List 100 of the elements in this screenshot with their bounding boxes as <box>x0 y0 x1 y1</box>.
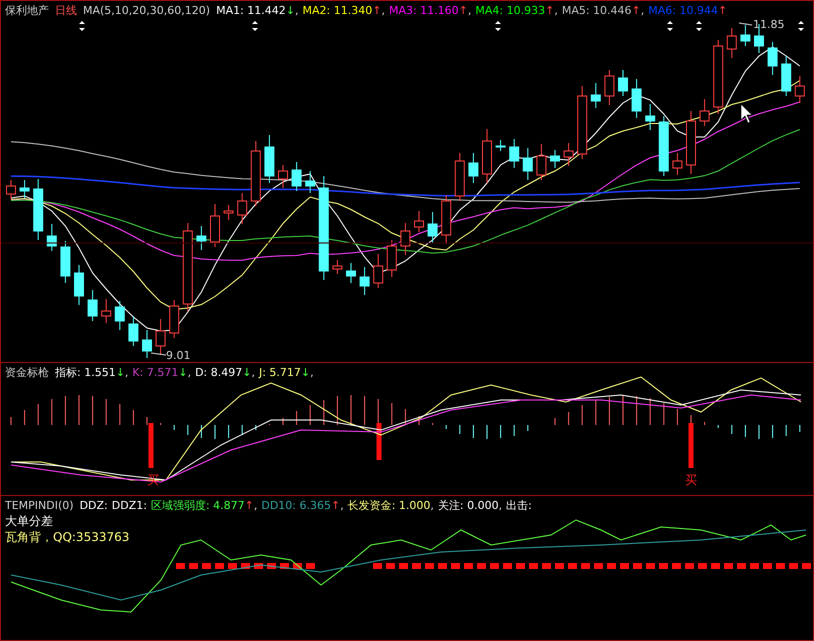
separator-text: , <box>640 4 644 16</box>
trend-arrow: ↓ <box>286 4 296 16</box>
candlestick <box>509 138 520 168</box>
candlestick <box>33 178 44 240</box>
separator-text: , <box>188 366 192 378</box>
candlestick <box>332 260 342 274</box>
buy-signal-label: 买 <box>147 472 159 489</box>
panel-title: TEMPINDI(0) <box>5 498 74 512</box>
trend-arrow: ↓ <box>116 366 125 378</box>
legend-value: MA2: 11.340 <box>302 4 372 16</box>
legend-value: DDZ1: <box>112 498 147 512</box>
candlestick <box>618 70 628 96</box>
low-price-label: 9.01 <box>166 349 190 362</box>
candlestick <box>726 28 737 58</box>
mouse-cursor-icon <box>740 103 753 124</box>
candlestick <box>482 128 492 184</box>
legend-value: 出击: <box>506 498 532 512</box>
trend-arrow: ↑ <box>331 498 340 512</box>
separator-text: , <box>430 498 434 512</box>
leader-line <box>150 352 166 356</box>
separator-text: , <box>254 498 258 512</box>
candlestick <box>114 300 125 330</box>
legend-value: 区域强弱度: 4.877 <box>150 498 245 512</box>
trend-arrow: ↓ <box>242 366 252 378</box>
candlestick <box>101 298 112 324</box>
candlestick <box>386 240 397 278</box>
candlestick <box>550 150 560 168</box>
trend-arrow: ↓ <box>300 366 310 378</box>
separator-text: , <box>468 4 472 16</box>
candlestick <box>250 140 261 206</box>
candlestick <box>60 240 70 284</box>
separator-text: , <box>251 366 255 378</box>
candlestick <box>768 42 778 76</box>
buy-signal-label: 买 <box>685 472 697 489</box>
legend-value: DD10: 6.365 <box>261 498 331 512</box>
trend-arrow: ↑ <box>372 4 382 16</box>
candlestick <box>196 226 206 250</box>
marker-icon <box>696 21 702 31</box>
marker-icon <box>252 21 258 31</box>
candlestick <box>604 70 614 106</box>
candlestick <box>264 134 274 184</box>
indicator-label: 大单分差 <box>5 513 53 529</box>
candlestick <box>292 162 302 192</box>
candlestick <box>536 144 546 180</box>
marker-icon <box>495 21 501 31</box>
trend-arrow: ↑ <box>718 4 728 16</box>
candlestick <box>400 222 410 256</box>
marker-icon <box>798 21 804 31</box>
candlestick <box>278 164 288 188</box>
candlestick <box>88 290 98 322</box>
candlestick <box>237 192 248 224</box>
candlestick <box>672 152 682 176</box>
candlestick <box>564 142 574 166</box>
separator-text: , <box>340 498 344 512</box>
candlestick <box>305 170 316 194</box>
candlestick <box>700 98 710 126</box>
candlestick <box>346 262 356 284</box>
panel-title: 资金标枪 <box>5 364 49 380</box>
trend-arrow: ↑ <box>458 4 468 16</box>
candlestick <box>454 152 465 202</box>
legend-value: MA4: 10.933 <box>475 4 546 16</box>
separator-text: , <box>381 4 385 16</box>
legend-value: DDZ: <box>80 498 108 512</box>
candlestick <box>522 148 533 180</box>
candlestick <box>658 116 669 176</box>
candlestick <box>142 330 152 358</box>
candlestick <box>156 318 166 356</box>
candlestick <box>169 300 180 338</box>
trend-arrow: ↑ <box>632 4 641 16</box>
period-label: 日线 <box>55 2 77 18</box>
candlestick <box>360 266 370 296</box>
candlestick <box>373 254 384 288</box>
candlestick <box>46 224 57 252</box>
candlestick <box>74 264 84 306</box>
signal-bar <box>148 423 154 468</box>
separator-text: , <box>310 366 314 378</box>
legend-value: 关注: 0.000 <box>438 498 499 512</box>
candlestick <box>645 104 656 130</box>
legend-value: 指标: 1.551 <box>55 364 116 380</box>
candlestick <box>414 210 424 232</box>
legend-value: MA3: 11.160 <box>388 4 459 16</box>
candlestick <box>794 76 805 104</box>
stock-name: 保利地产 <box>5 2 49 18</box>
candlestick <box>468 152 478 184</box>
separator-text: , <box>295 4 299 16</box>
trend-arrow: ↑ <box>545 4 554 16</box>
indicator-name: MA(5,10,20,30,60,120) <box>83 4 210 16</box>
candlestick <box>781 56 792 96</box>
candlestick <box>441 194 452 244</box>
candlestick <box>740 24 750 46</box>
candlestick <box>428 212 438 244</box>
candlestick <box>128 316 138 346</box>
candlestick <box>224 204 234 220</box>
separator-text: , <box>554 4 558 16</box>
legend-value: D: 8.497 <box>195 366 242 378</box>
candlestick <box>496 140 506 152</box>
indicator-label: 瓦角背，QQ:3533763 <box>5 529 130 545</box>
trend-arrow: ↑ <box>244 498 254 512</box>
trend-arrow: ↓ <box>178 366 188 378</box>
marker-icon <box>79 21 85 31</box>
